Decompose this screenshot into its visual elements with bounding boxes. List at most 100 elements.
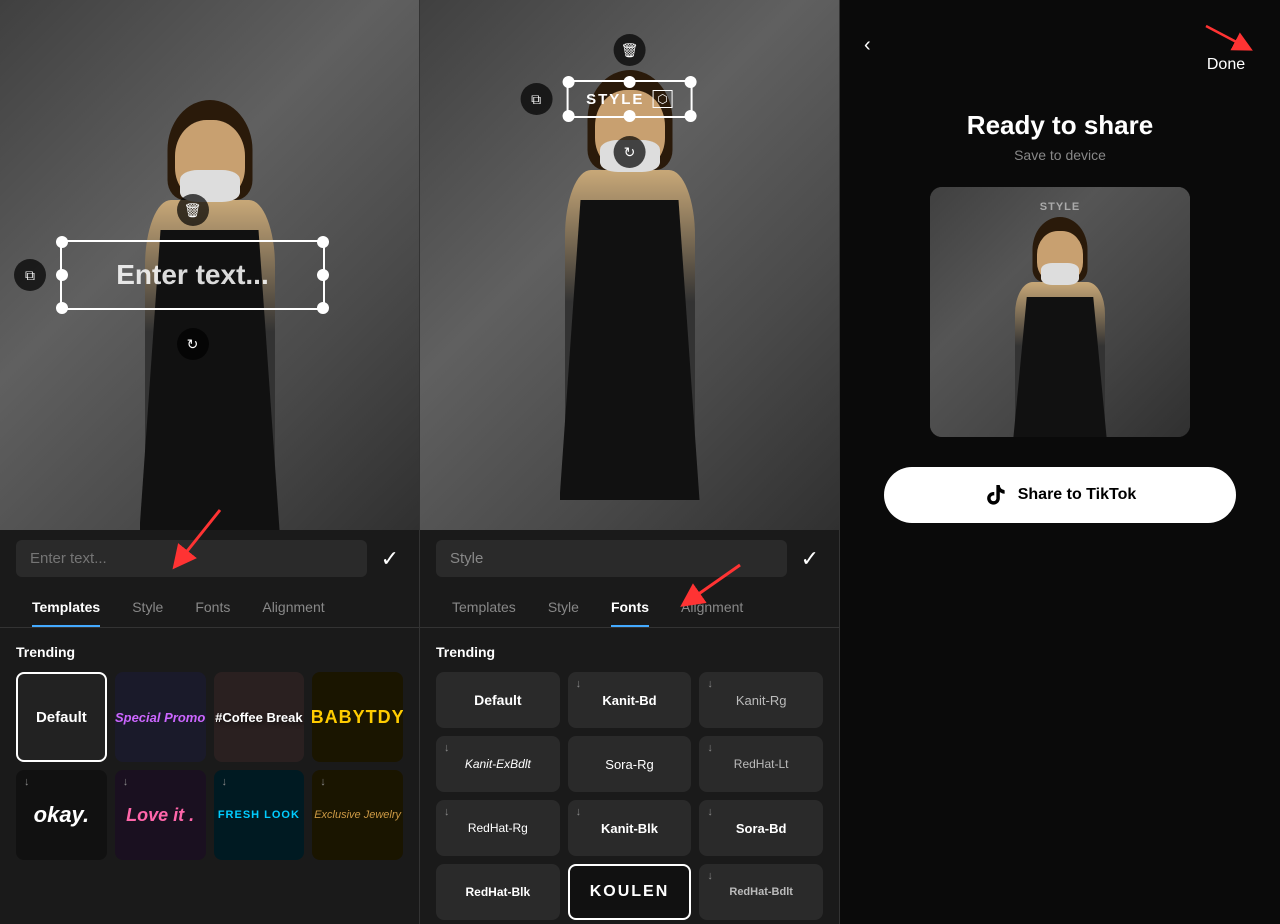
handle-bm-2 xyxy=(623,110,635,122)
copy-icon[interactable]: ⧉ xyxy=(14,259,46,291)
template-label: BABYTDY xyxy=(312,707,403,728)
font-label: KOULEN xyxy=(590,883,670,901)
font-label: Default xyxy=(474,692,521,708)
template-label: okay. xyxy=(34,802,89,828)
text-input-1[interactable] xyxy=(16,540,367,577)
tab-style-1[interactable]: Style xyxy=(116,587,179,627)
confirm-button-1[interactable]: ✓ xyxy=(377,542,403,576)
font-label: RedHat-Rg xyxy=(468,821,528,835)
template-label: Default xyxy=(36,709,87,726)
handle-tr-2 xyxy=(685,76,697,88)
template-exclusive[interactable]: ↓ Exclusive Jewelry xyxy=(312,770,403,860)
font-redhat-rg[interactable]: ↓ RedHat-Rg xyxy=(436,800,560,856)
tab-alignment-2[interactable]: Alignment xyxy=(665,587,759,627)
handle-tl xyxy=(56,236,68,248)
handle-tm-2 xyxy=(623,76,635,88)
download-icon: ↓ xyxy=(123,776,129,788)
tabs-1: Templates Style Fonts Alignment xyxy=(0,587,419,628)
handle-ml xyxy=(56,269,68,281)
download-icon: ↓ xyxy=(24,776,30,788)
font-kanit-blk[interactable]: ↓ Kanit-Blk xyxy=(568,800,692,856)
handle-tl-2 xyxy=(562,76,574,88)
download-icon: ↓ xyxy=(222,776,228,788)
tiktok-icon xyxy=(984,483,1008,507)
font-redhat-bdlt[interactable]: ↓ RedHat-Bdlt xyxy=(699,864,823,920)
template-default[interactable]: Default xyxy=(16,672,107,762)
template-freshlook[interactable]: ↓ FRESH LOOK xyxy=(214,770,305,860)
download-icon: ↓ xyxy=(707,870,713,882)
panel-2: STYLE ⬡ 🗑 ⧉ ↻ ✓ Templates Style Fonts Al… xyxy=(420,0,840,924)
tab-templates-2[interactable]: Templates xyxy=(436,587,532,627)
section-title-1: Trending xyxy=(16,644,403,660)
template-loveit[interactable]: ↓ Love it . xyxy=(115,770,206,860)
font-label: RedHat-Lt xyxy=(734,757,789,771)
tab-alignment-1[interactable]: Alignment xyxy=(246,587,340,627)
handle-br-2 xyxy=(685,110,697,122)
font-redhat-lt[interactable]: ↓ RedHat-Lt xyxy=(699,736,823,792)
font-kanit-bd[interactable]: ↓ Kanit-Bd xyxy=(568,672,692,728)
download-icon: ↓ xyxy=(707,678,713,690)
style-text: STYLE xyxy=(586,91,644,108)
style-selection-box[interactable]: STYLE ⬡ 🗑 ⧉ ↻ xyxy=(566,80,693,118)
tab-style-2[interactable]: Style xyxy=(532,587,595,627)
done-button[interactable]: Done xyxy=(1207,56,1245,74)
tab-fonts-1[interactable]: Fonts xyxy=(179,587,246,627)
font-label: Kanit-Blk xyxy=(601,821,658,836)
font-sora-rg[interactable]: Sora-Rg xyxy=(568,736,692,792)
font-sora-bd[interactable]: ↓ Sora-Bd xyxy=(699,800,823,856)
toolbar-1: ✓ xyxy=(0,530,419,587)
right-panel: ‹ Done Ready to share Save to device xyxy=(840,0,1280,924)
tab-fonts-2[interactable]: Fonts xyxy=(595,587,665,627)
share-to-tiktok-button[interactable]: Share to TikTok xyxy=(884,467,1237,523)
preview-person-body xyxy=(1000,217,1120,437)
delete-icon-2[interactable]: 🗑 xyxy=(613,34,645,66)
font-label: Kanit-ExBdlt xyxy=(465,757,531,771)
style-badge: ⬡ xyxy=(652,90,672,108)
download-icon: ↓ xyxy=(320,776,326,788)
text-selection-box[interactable]: Enter text... 🗑 ⧉ ↻ xyxy=(60,240,325,310)
tabs-2: Templates Style Fonts Alignment xyxy=(420,587,839,628)
template-special-promo[interactable]: Special Promo xyxy=(115,672,206,762)
font-koulen[interactable]: KOULEN xyxy=(568,864,692,920)
font-label: RedHat-Blk xyxy=(465,885,530,899)
fonts-grid: Default ↓ Kanit-Bd ↓ Kanit-Rg ↓ Kanit-Ex… xyxy=(436,672,823,924)
template-babytdy[interactable]: BABYTDY xyxy=(312,672,403,762)
content-area-2: Trending Default ↓ Kanit-Bd ↓ Kanit-Rg ↓… xyxy=(420,628,839,924)
font-default[interactable]: Default xyxy=(436,672,560,728)
person-jacket-2 xyxy=(560,200,700,500)
done-arrow-icon xyxy=(1196,16,1256,56)
image-area-2: STYLE ⬡ 🗑 ⧉ ↻ xyxy=(420,0,839,530)
rotate-icon[interactable]: ↻ xyxy=(177,328,209,360)
preview-image: STYLE xyxy=(930,187,1190,437)
template-okay[interactable]: ↓ okay. xyxy=(16,770,107,860)
person-figure-1 xyxy=(120,100,300,530)
template-label: Special Promo xyxy=(115,710,205,725)
font-label: Sora-Rg xyxy=(605,757,653,772)
font-redhat-blk[interactable]: RedHat-Blk xyxy=(436,864,560,920)
rotate-icon-2[interactable]: ↻ xyxy=(613,136,645,168)
back-button[interactable]: ‹ xyxy=(864,34,871,57)
template-label: Love it . xyxy=(126,805,194,826)
download-icon: ↓ xyxy=(576,678,582,690)
font-kanit-exbdlt[interactable]: ↓ Kanit-ExBdlt xyxy=(436,736,560,792)
text-input-2[interactable] xyxy=(436,540,787,577)
font-kanit-rg[interactable]: ↓ Kanit-Rg xyxy=(699,672,823,728)
download-icon: ↓ xyxy=(576,806,582,818)
tab-templates-1[interactable]: Templates xyxy=(16,587,116,627)
download-icon: ↓ xyxy=(444,806,450,818)
copy-icon-2[interactable]: ⧉ xyxy=(520,83,552,115)
delete-icon[interactable]: 🗑 xyxy=(177,194,209,226)
font-label: Sora-Bd xyxy=(736,821,787,836)
save-label: Save to device xyxy=(1014,147,1106,163)
ready-section: Ready to share Save to device STYLE xyxy=(840,90,1280,924)
template-label: #Coffee Break xyxy=(215,710,302,725)
download-icon: ↓ xyxy=(707,806,713,818)
panel-1: Enter text... 🗑 ⧉ ↻ ✓ Templates Style Fo… xyxy=(0,0,420,924)
confirm-button-2[interactable]: ✓ xyxy=(797,542,823,576)
handle-bl xyxy=(56,302,68,314)
template-coffee-break[interactable]: #Coffee Break xyxy=(214,672,305,762)
font-label: RedHat-Bdlt xyxy=(729,886,793,898)
download-icon: ↓ xyxy=(707,742,713,754)
font-label: Kanit-Rg xyxy=(736,693,787,708)
handle-tr xyxy=(317,236,329,248)
